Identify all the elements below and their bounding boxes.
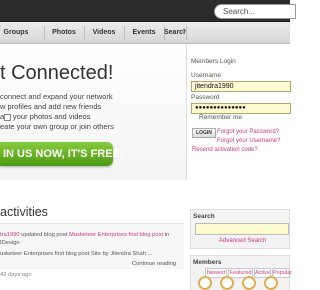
activity-user-link[interactable]: tra1990 [0, 232, 20, 238]
activity-group-link[interactable]: IDesign [0, 240, 20, 247]
member-avatar[interactable] [220, 276, 234, 290]
activity-text: updated blog post [19, 232, 69, 238]
remember-me-checkbox[interactable] [4, 114, 11, 121]
username-field[interactable]: jitendra1990 [191, 81, 291, 92]
forgot-password-link[interactable]: Forgot your Password? [217, 129, 279, 135]
nav-divider [186, 26, 187, 40]
resend-activation-link[interactable]: Resend activation code? [192, 147, 258, 153]
main-nav: Groups Photos Videos Events Search [0, 22, 290, 44]
activity-time: 42 days ago [0, 272, 32, 278]
member-avatar[interactable] [264, 276, 278, 290]
continue-reading-link[interactable]: Continue reading [132, 261, 176, 268]
hero-feature-item: eate your own group or join others [0, 122, 114, 131]
activities-heading: activities [0, 205, 48, 219]
sidebar-search-title: Search [193, 213, 215, 220]
top-search-input[interactable]: Search... [214, 4, 296, 19]
username-label: Username [191, 72, 221, 79]
login-title: Members Login [191, 58, 236, 65]
hero-title: t Connected! [0, 62, 114, 84]
nav-item-groups[interactable]: Groups [0, 22, 32, 44]
hero-feature-item: w profiles and add new friends [0, 102, 102, 111]
remember-me-label: Remember me [199, 114, 242, 121]
hero-feature-item: are your photos and videos [0, 112, 91, 121]
activity-excerpt: usketeer Enterprises first blog post Sit… [0, 251, 153, 257]
members-login-panel: Members Login Username jitendra1990 Pass… [186, 44, 291, 180]
nav-item-videos[interactable]: Videos [84, 22, 124, 44]
sidebar-search-input[interactable] [195, 223, 289, 235]
nav-item-events[interactable]: Events [124, 22, 164, 44]
hero-feature-item: connect and expand your network [0, 92, 113, 101]
member-avatar[interactable] [198, 276, 212, 290]
login-button[interactable]: LOGIN [192, 128, 216, 138]
advanced-search-link[interactable]: Advanced Search [219, 238, 266, 244]
activity-text: in [163, 232, 170, 238]
password-label: Password [191, 94, 220, 101]
activity-item: tra1990 updated blog post Musketeer Ente… [0, 223, 184, 269]
nav-item-photos[interactable]: Photos [44, 22, 84, 44]
join-us-button[interactable]: IN US NOW, IT'S FREE! [0, 142, 124, 166]
password-field[interactable]: ●●●●●●●●●●●●●● [191, 103, 291, 114]
activity-post-link[interactable]: Musketeer Enterprises first blog post [69, 232, 163, 238]
members-title: Members [193, 259, 222, 266]
sidebar-search-widget: Search Advanced Search [190, 209, 290, 249]
hero-feature-list: connect and expand your network w profil… [0, 92, 114, 132]
forgot-username-link[interactable]: Forgot your Username? [217, 138, 280, 144]
nav-item-search[interactable]: Search [164, 22, 187, 44]
member-avatar[interactable] [242, 276, 256, 290]
top-bar: Search... [0, 0, 296, 22]
